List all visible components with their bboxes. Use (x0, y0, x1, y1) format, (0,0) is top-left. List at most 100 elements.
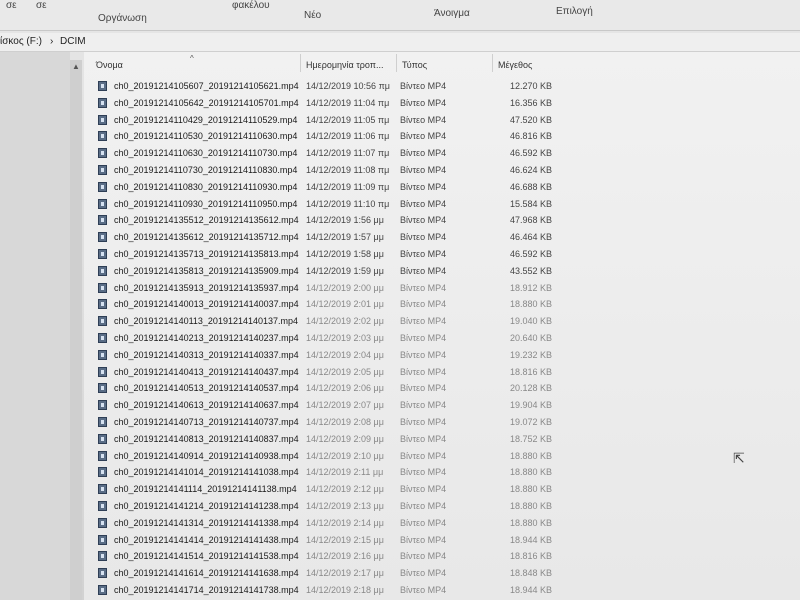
file-row[interactable]: ch0_20191214140613_20191214140637.mp4 14/… (96, 397, 576, 414)
file-date: 14/12/2019 2:05 μμ (306, 366, 384, 377)
file-type: Βίντεο MP4 (400, 433, 447, 444)
file-row[interactable]: ch0_20191214105607_20191214105621.mp4 14/… (96, 78, 576, 95)
file-size: 18.816 KB (509, 366, 552, 377)
scroll-up-arrow-icon[interactable]: ▲ (72, 62, 80, 71)
file-name: ch0_20191214140113_20191214140137.mp4 (114, 316, 299, 327)
file-size: 19.072 KB (509, 416, 552, 427)
file-row[interactable]: ch0_20191214141614_20191214141638.mp4 14/… (96, 565, 576, 582)
mp4-file-icon (98, 433, 107, 444)
file-row[interactable]: ch0_20191214141114_20191214141138.mp4 14/… (96, 481, 576, 498)
file-date: 14/12/2019 1:56 μμ (306, 215, 384, 226)
file-date: 14/12/2019 2:09 μμ (306, 433, 384, 444)
ribbon-group-open: Άνοιγμα (434, 8, 470, 19)
file-row[interactable]: ch0_20191214140713_20191214140737.mp4 14/… (96, 414, 576, 431)
mp4-file-icon (98, 97, 107, 108)
file-type: Βίντεο MP4 (400, 551, 447, 562)
file-size: 46.464 KB (509, 232, 552, 243)
file-date: 14/12/2019 11:10 πμ (306, 198, 390, 209)
mp4-file-icon (98, 416, 107, 427)
column-header-date[interactable]: Ημερομηνία τροπ... (306, 60, 383, 70)
mp4-file-icon (98, 164, 107, 175)
file-type: Βίντεο MP4 (400, 198, 447, 209)
file-row[interactable]: ch0_20191214141214_20191214141238.mp4 14/… (96, 498, 576, 515)
file-row[interactable]: ch0_20191214110630_20191214110730.mp4 14/… (96, 145, 576, 162)
column-divider[interactable] (300, 54, 301, 72)
file-row[interactable]: ch0_20191214135512_20191214135612.mp4 14/… (96, 212, 576, 229)
breadcrumb-folder[interactable]: DCIM (60, 36, 86, 47)
file-name: ch0_20191214110530_20191214110630.mp4 (114, 131, 298, 142)
sort-ascending-icon: ^ (190, 54, 194, 63)
vertical-scrollbar[interactable] (70, 60, 82, 600)
file-row[interactable]: ch0_20191214140113_20191214140137.mp4 14/… (96, 313, 576, 330)
ribbon-item-folder[interactable]: φακέλου (232, 0, 270, 11)
file-row[interactable]: ch0_20191214140513_20191214140537.mp4 14/… (96, 380, 576, 397)
file-type: Βίντεο MP4 (400, 131, 447, 142)
file-type: Βίντεο MP4 (400, 248, 447, 259)
file-row[interactable]: ch0_20191214110429_20191214110529.mp4 14/… (96, 112, 576, 129)
breadcrumb-drive[interactable]: ίσκος (F:) (0, 36, 42, 47)
file-name: ch0_20191214141414_20191214141438.mp4 (114, 534, 299, 545)
address-bar[interactable]: ίσκος (F:) › DCIM (0, 33, 800, 52)
file-size: 18.816 KB (509, 551, 552, 562)
file-row[interactable]: ch0_20191214141014_20191214141038.mp4 14/… (96, 464, 576, 481)
column-header-size[interactable]: Μέγεθος (498, 60, 532, 70)
column-divider[interactable] (492, 54, 493, 72)
file-type: Βίντεο MP4 (400, 232, 447, 243)
mp4-file-icon (98, 148, 107, 159)
file-row[interactable]: ch0_20191214141414_20191214141438.mp4 14/… (96, 532, 576, 549)
ribbon-item[interactable]: σε (36, 0, 47, 11)
file-size: 16.356 KB (509, 97, 552, 108)
file-row[interactable]: ch0_20191214135612_20191214135712.mp4 14/… (96, 229, 576, 246)
file-row[interactable]: ch0_20191214140313_20191214140337.mp4 14/… (96, 347, 576, 364)
column-header-type[interactable]: Τύπος (402, 60, 427, 70)
file-type: Βίντεο MP4 (400, 282, 447, 293)
file-row[interactable]: ch0_20191214110830_20191214110930.mp4 14/… (96, 179, 576, 196)
file-row[interactable]: ch0_20191214140914_20191214140938.mp4 14/… (96, 448, 576, 465)
mp4-file-icon (98, 551, 107, 562)
file-date: 14/12/2019 2:11 μμ (306, 467, 384, 478)
mouse-cursor-icon: ⇱ (733, 450, 745, 466)
file-date: 14/12/2019 2:17 μμ (306, 568, 384, 579)
ribbon-item[interactable]: σε (6, 0, 17, 11)
mp4-file-icon (98, 517, 107, 528)
file-row[interactable]: ch0_20191214140813_20191214140837.mp4 14/… (96, 431, 576, 448)
file-row[interactable]: ch0_20191214135713_20191214135813.mp4 14/… (96, 246, 576, 263)
file-size: 46.688 KB (509, 181, 552, 192)
file-list: ch0_20191214105607_20191214105621.mp4 14/… (96, 78, 576, 599)
mp4-file-icon (98, 81, 107, 91)
file-type: Βίντεο MP4 (400, 568, 447, 579)
file-row[interactable]: ch0_20191214141714_20191214141738.mp4 14/… (96, 582, 576, 599)
file-row[interactable]: ch0_20191214135913_20191214135937.mp4 14/… (96, 280, 576, 297)
file-name: ch0_20191214110830_20191214110930.mp4 (114, 181, 298, 192)
file-type: Βίντεο MP4 (400, 148, 447, 159)
file-size: 46.624 KB (509, 164, 552, 175)
file-row[interactable]: ch0_20191214140013_20191214140037.mp4 14/… (96, 296, 576, 313)
mp4-file-icon (98, 534, 107, 545)
file-size: 46.592 KB (509, 148, 552, 159)
file-row[interactable]: ch0_20191214141514_20191214141538.mp4 14/… (96, 548, 576, 565)
file-size: 15.584 KB (509, 198, 552, 209)
file-name: ch0_20191214140914_20191214140938.mp4 (114, 450, 299, 461)
file-row[interactable]: ch0_20191214110730_20191214110830.mp4 14/… (96, 162, 576, 179)
file-row[interactable]: ch0_20191214110530_20191214110630.mp4 14/… (96, 128, 576, 145)
file-size: 18.880 KB (509, 450, 552, 461)
column-header-name[interactable]: Όνομα (96, 60, 123, 70)
ribbon: σε σε Οργάνωση φακέλου Νέο Άνοιγμα Επιλο… (0, 0, 800, 31)
file-row[interactable]: ch0_20191214140213_20191214140237.mp4 14/… (96, 330, 576, 347)
file-type: Βίντεο MP4 (400, 383, 447, 394)
file-name: ch0_20191214140513_20191214140537.mp4 (114, 383, 299, 394)
file-date: 14/12/2019 2:18 μμ (306, 584, 384, 595)
file-date: 14/12/2019 2:03 μμ (306, 332, 384, 343)
column-divider[interactable] (396, 54, 397, 72)
file-date: 14/12/2019 2:02 μμ (306, 316, 384, 327)
file-date: 14/12/2019 2:06 μμ (306, 383, 384, 394)
file-row[interactable]: ch0_20191214135813_20191214135909.mp4 14/… (96, 263, 576, 280)
file-name: ch0_20191214110429_20191214110529.mp4 (114, 114, 298, 125)
file-size: 18.880 KB (509, 467, 552, 478)
file-row[interactable]: ch0_20191214141314_20191214141338.mp4 14/… (96, 515, 576, 532)
file-row[interactable]: ch0_20191214105642_20191214105701.mp4 14/… (96, 95, 576, 112)
file-row[interactable]: ch0_20191214140413_20191214140437.mp4 14/… (96, 364, 576, 381)
file-name: ch0_20191214140013_20191214140037.mp4 (114, 299, 299, 310)
file-row[interactable]: ch0_20191214110930_20191214110950.mp4 14/… (96, 196, 576, 213)
file-size: 18.944 KB (509, 584, 552, 595)
